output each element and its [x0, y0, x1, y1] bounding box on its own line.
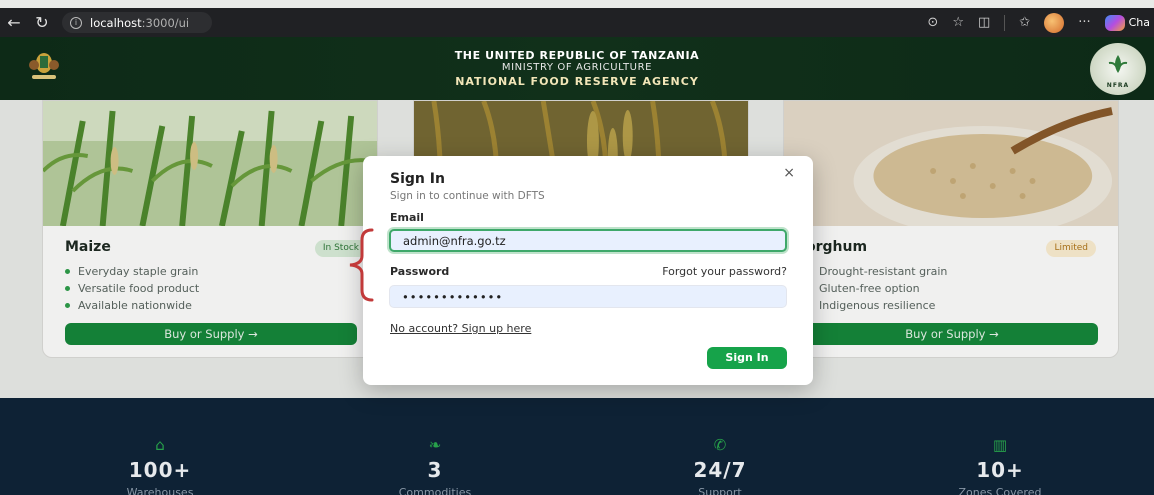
email-field[interactable] — [389, 229, 787, 252]
stat-zones: ▥ 10+ Zones Covered — [920, 436, 1080, 495]
browser-toolbar: ← ↻ i localhost:3000/ui ⊙ ☆ ◫ ✩ ··· Cha — [0, 8, 1154, 37]
stat-value: 100+ — [128, 458, 192, 482]
stat-value: 10+ — [976, 458, 1024, 482]
password-label: Password — [390, 265, 450, 278]
favorites-icon[interactable]: ✩ — [1019, 15, 1030, 30]
stat-value: 24/7 — [693, 458, 747, 482]
more-menu-icon[interactable]: ··· — [1078, 15, 1090, 30]
info-icon[interactable]: i — [70, 16, 82, 29]
annotation-bracket — [349, 228, 374, 302]
close-icon[interactable]: × — [783, 165, 795, 181]
reload-icon[interactable]: ↻ — [28, 13, 56, 32]
profile-avatar[interactable] — [1044, 12, 1065, 33]
stat-support: ✆ 24/7 Support — [640, 436, 800, 495]
toolbar-divider — [1004, 14, 1006, 31]
copilot-button[interactable]: Cha — [1104, 14, 1150, 31]
warehouse-icon: ⌂ — [155, 436, 165, 454]
sign-in-dialog: × Sign In Sign in to continue with DFTS … — [363, 156, 813, 385]
wheat-logo-icon — [1108, 55, 1128, 73]
chart-icon: ▥ — [992, 436, 1008, 454]
dialog-subtitle: Sign in to continue with DFTS — [390, 190, 545, 202]
email-label: Email — [390, 211, 424, 224]
country-title: THE UNITED REPUBLIC OF TANZANIA — [454, 49, 700, 62]
ministry-title: MINISTRY OF AGRICULTURE — [501, 62, 653, 73]
url-host: localhost — [90, 15, 142, 30]
agency-title: NATIONAL FOOD RESERVE AGENCY — [455, 75, 699, 88]
phone-icon: ✆ — [713, 436, 727, 454]
extensions-icon[interactable]: ◫ — [978, 15, 990, 30]
stats-section: ⌂ 100+ Warehouses ❧ 3 Commodities ✆ 24/7… — [0, 398, 1154, 495]
site-header: THE UNITED REPUBLIC OF TANZANIA MINISTRY… — [0, 37, 1154, 100]
stat-value: 3 — [427, 458, 443, 482]
stat-label: Warehouses — [126, 486, 194, 495]
logo-text: NFRA — [1106, 82, 1130, 89]
copilot-icon — [1104, 14, 1125, 31]
url-path: :3000/ui — [141, 15, 190, 30]
stat-commodities: ❧ 3 Commodities — [355, 436, 515, 495]
dialog-title: Sign In — [390, 171, 445, 187]
favorite-star-icon[interactable]: ☆ — [952, 15, 964, 30]
leaf-icon: ❧ — [428, 436, 442, 454]
stat-label: Support — [698, 486, 742, 495]
address-bar[interactable]: i localhost:3000/ui — [62, 12, 212, 33]
password-field[interactable] — [389, 285, 787, 308]
stat-label: Commodities — [398, 486, 472, 495]
stat-label: Zones Covered — [958, 486, 1042, 495]
back-icon[interactable]: ← — [0, 13, 28, 32]
forgot-password-link[interactable]: Forgot your password? — [662, 265, 787, 278]
nfra-logo: NFRA — [1090, 43, 1146, 95]
sign-in-button[interactable]: Sign In — [707, 347, 787, 369]
stat-warehouses: ⌂ 100+ Warehouses — [80, 436, 240, 495]
copilot-label: Cha — [1128, 16, 1150, 29]
reader-icon[interactable]: ⊙ — [927, 15, 938, 30]
sign-up-link[interactable]: No account? Sign up here — [390, 322, 531, 335]
